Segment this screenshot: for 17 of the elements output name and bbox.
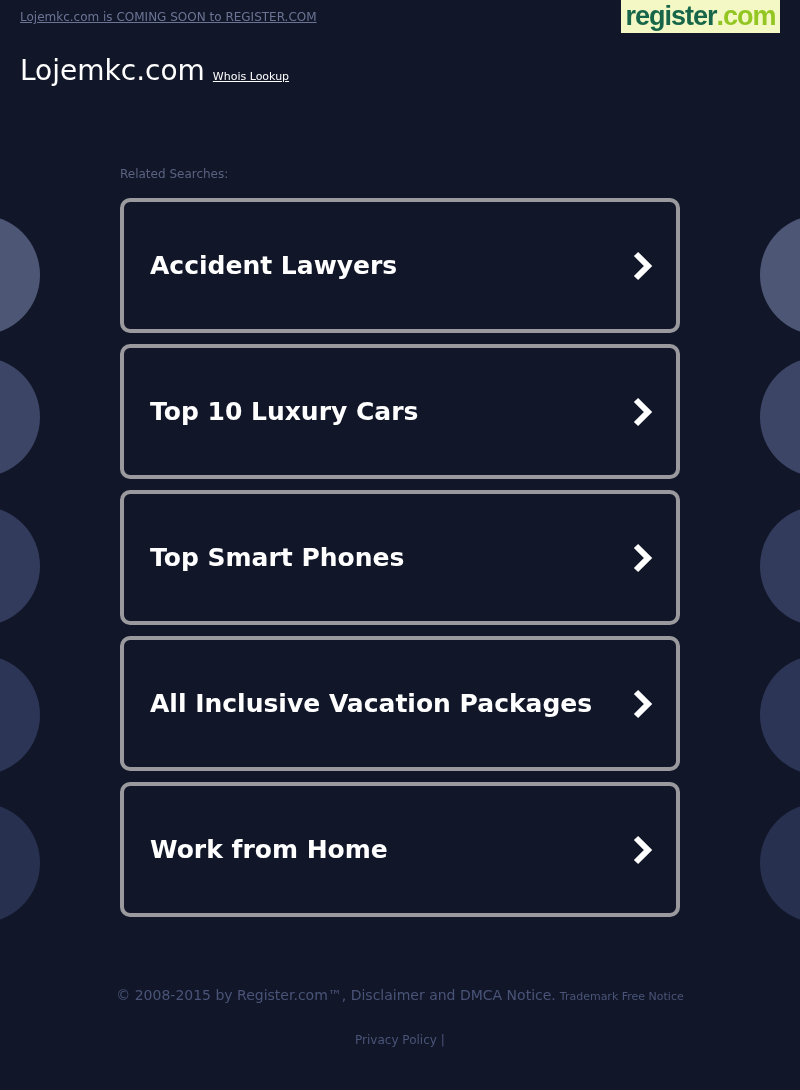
search-link[interactable]: Top Smart Phones bbox=[120, 490, 680, 625]
search-link[interactable]: Top 10 Luxury Cars bbox=[120, 344, 680, 479]
chevron-right-icon bbox=[632, 542, 654, 573]
chevron-right-icon bbox=[632, 688, 654, 719]
site-title: Lojemkc.com bbox=[20, 54, 205, 87]
chevron-right-icon bbox=[632, 834, 654, 865]
coming-soon-link[interactable]: Lojemkc.com is COMING SOON to REGISTER.COM bbox=[20, 10, 317, 24]
search-link[interactable]: All Inclusive Vacation Packages bbox=[120, 636, 680, 771]
separator: | bbox=[440, 1033, 445, 1047]
search-link[interactable]: Accident Lawyers bbox=[120, 198, 680, 333]
logo[interactable]: register.com bbox=[621, 0, 780, 33]
related-searches-label: Related Searches: bbox=[120, 167, 230, 181]
copyright-text: © 2008-2015 by Register.com™, Disclaimer and DMCA Notice. bbox=[116, 987, 556, 1003]
whois-link[interactable]: Whois Lookup bbox=[212, 70, 290, 83]
search-link[interactable]: Work from Home bbox=[120, 782, 680, 917]
chevron-right-icon bbox=[632, 250, 654, 281]
chevron-right-icon bbox=[632, 396, 654, 427]
